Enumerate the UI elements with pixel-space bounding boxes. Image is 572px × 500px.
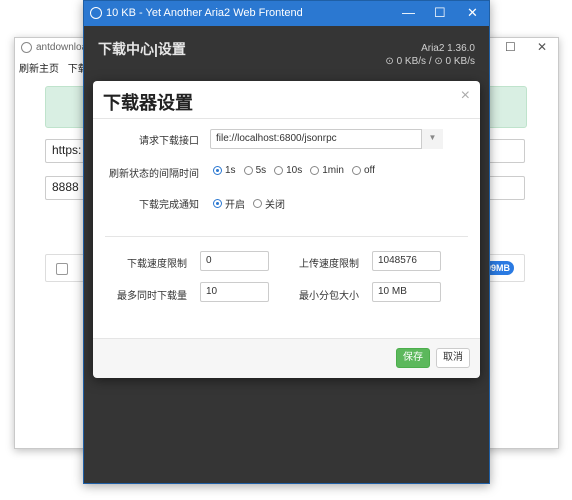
radio-refresh-10s[interactable]: 10s <box>274 165 302 176</box>
row-checkbox[interactable] <box>56 263 68 275</box>
notify-label: 下载完成通知 <box>139 200 199 211</box>
app-icon <box>90 7 102 19</box>
close-icon[interactable]: × <box>461 87 470 105</box>
aria2-version: Aria2 1.36.0 <box>421 43 475 54</box>
radio-notify-on[interactable]: 开启 <box>213 196 245 211</box>
download-limit-label: 下载速度限制 <box>127 259 187 270</box>
notify-radio-group: 开启 关闭 <box>213 196 285 211</box>
radio-refresh-1s[interactable]: 1s <box>213 165 236 176</box>
rpc-label: 请求下载接口 <box>139 136 199 147</box>
menu-item-refresh-home[interactable]: 刷新主页 <box>19 64 59 75</box>
close-icon[interactable]: ✕ <box>467 6 478 20</box>
dialog-title: 下载器设置 <box>103 93 193 113</box>
maximize-icon[interactable]: ☐ <box>505 40 516 54</box>
max-concurrent-label: 最多同时下载量 <box>117 291 187 302</box>
rpc-select[interactable]: file://localhost:6800/jsonrpc <box>210 129 443 149</box>
page-title: 下载中心|设置 <box>98 41 186 57</box>
radio-refresh-1min[interactable]: 1min <box>310 165 344 176</box>
dialog-footer: 保存 取消 <box>93 338 480 378</box>
app-icon <box>21 42 32 53</box>
close-icon[interactable]: ✕ <box>537 40 547 54</box>
main-title-bar[interactable]: 10 KB - Yet Another Aria2 Web Frontend —… <box>84 1 489 26</box>
max-concurrent-input[interactable]: 10 <box>200 282 269 302</box>
min-split-input[interactable]: 10 MB <box>372 282 441 302</box>
divider <box>105 236 468 237</box>
upload-limit-input[interactable]: 1048576 <box>372 251 441 271</box>
radio-refresh-off[interactable]: off <box>351 165 375 176</box>
cancel-button[interactable]: 取消 <box>436 348 470 368</box>
upload-limit-label: 上传速度限制 <box>299 259 359 270</box>
main-window-title: 10 KB - Yet Another Aria2 Web Frontend <box>106 7 303 19</box>
chevron-down-icon[interactable]: ▼ <box>421 129 443 149</box>
minimize-icon[interactable]: — <box>402 6 415 20</box>
save-button[interactable]: 保存 <box>396 348 430 368</box>
background-window-title: antdownloa <box>36 42 88 53</box>
speed-indicator: ⊙ 0 KB/s / ⊙ 0 KB/s <box>385 56 475 67</box>
dialog-header: 下载器设置 × <box>93 81 480 119</box>
min-split-label: 最小分包大小 <box>299 291 359 302</box>
download-limit-input[interactable]: 0 <box>200 251 269 271</box>
refresh-interval-radio-group: 1s 5s 10s 1min off <box>213 165 375 176</box>
radio-notify-off[interactable]: 关闭 <box>253 196 285 211</box>
maximize-icon[interactable]: ☐ <box>434 6 446 20</box>
radio-refresh-5s[interactable]: 5s <box>243 165 266 176</box>
settings-dialog: 下载器设置 × 请求下载接口 file://localhost:6800/jso… <box>93 81 480 378</box>
refresh-interval-label: 刷新状态的间隔时间 <box>109 169 199 180</box>
